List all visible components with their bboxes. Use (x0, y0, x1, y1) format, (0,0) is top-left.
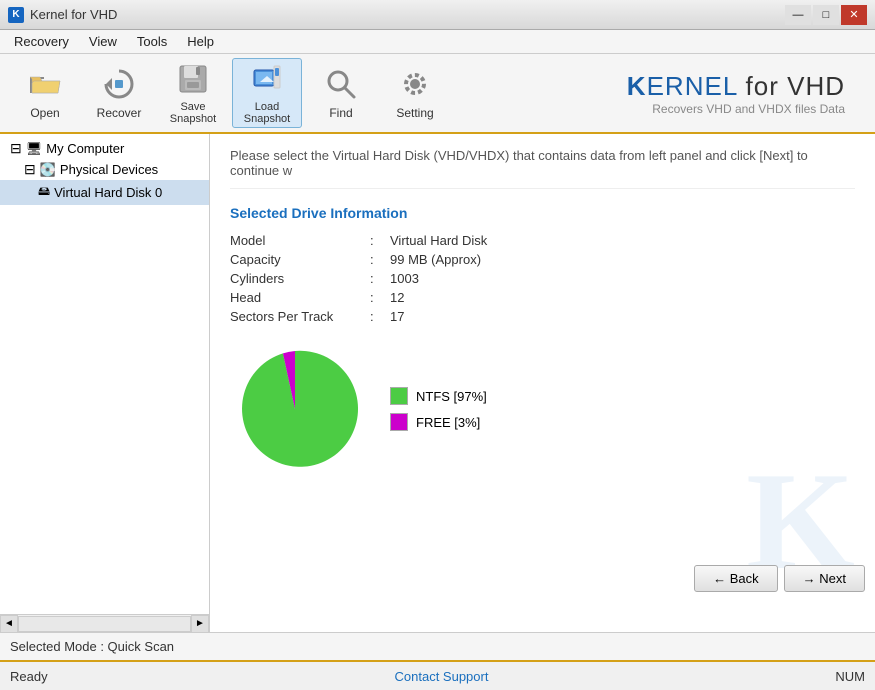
scroll-track[interactable] (18, 616, 191, 632)
load-snapshot-button[interactable]: Load Snapshot (232, 58, 302, 128)
status-ready: Ready (10, 669, 48, 684)
scroll-left-arrow[interactable]: ◄ (0, 615, 18, 633)
section-title: Selected Drive Information (230, 205, 855, 221)
legend-free: FREE [3%] (390, 413, 487, 431)
devices-icon: 💽 (40, 162, 56, 178)
legend-ntfs: NTFS [97%] (390, 387, 487, 405)
load-snapshot-icon (249, 61, 285, 97)
tree-item-physical-devices[interactable]: ⊟ 💽 Physical Devices (0, 159, 209, 180)
back-button[interactable]: ← Back (694, 565, 778, 592)
contact-support-link[interactable]: Contact Support (395, 669, 489, 684)
vhd-icon: 🖴 (38, 182, 50, 203)
menu-item-tools[interactable]: Tools (127, 32, 177, 51)
maximize-button[interactable]: □ (813, 5, 839, 25)
selected-mode-bar: Selected Mode : Quick Scan (0, 632, 875, 660)
app-icon: K (8, 7, 24, 23)
window-controls: — □ ✕ (785, 5, 867, 25)
find-icon (323, 66, 359, 102)
next-button[interactable]: → Next (784, 565, 865, 592)
recover-button[interactable]: Recover (84, 58, 154, 128)
tree-item-vhd0[interactable]: 🖴 Virtual Hard Disk 0 (0, 180, 209, 205)
nav-buttons: ← Back → Next (694, 565, 865, 592)
right-content: Please select the Virtual Hard Disk (VHD… (210, 134, 875, 632)
logo-tagline: Recovers VHD and VHDX files Data (627, 102, 845, 116)
drive-info-row-cylinders: Cylinders : 1003 (230, 271, 855, 286)
legend-free-color (390, 413, 408, 431)
status-bar: Ready Contact Support NUM (0, 660, 875, 690)
menu-item-view[interactable]: View (79, 32, 127, 51)
logo-area: KERNEL for VHD Recovers VHD and VHDX fil… (627, 71, 865, 116)
selected-mode-text: Selected Mode : Quick Scan (10, 639, 174, 654)
window-title: Kernel for VHD (30, 7, 117, 22)
minimize-button[interactable]: — (785, 5, 811, 25)
left-scrollbar[interactable]: ◄ ► (0, 614, 209, 632)
drive-info-row-capacity: Capacity : 99 MB (Approx) (230, 252, 855, 267)
computer-icon: 🖥 (26, 141, 43, 157)
save-snapshot-button[interactable]: Save Snapshot (158, 58, 228, 128)
instruction-text: Please select the Virtual Hard Disk (VHD… (230, 148, 855, 189)
legend-ntfs-color (390, 387, 408, 405)
expand-icon-pd: ⊟ (24, 161, 36, 178)
save-snapshot-icon (175, 61, 211, 97)
pie-chart (230, 344, 360, 474)
chart-legend: NTFS [97%] FREE [3%] (390, 387, 487, 431)
chart-area: NTFS [97%] FREE [3%] (230, 344, 855, 474)
scroll-right-arrow[interactable]: ► (191, 615, 209, 633)
drive-info-row-model: Model : Virtual Hard Disk (230, 233, 855, 248)
menu-item-help[interactable]: Help (177, 32, 224, 51)
drive-info-row-head: Head : 12 (230, 290, 855, 305)
open-button[interactable]: Open (10, 58, 80, 128)
drive-info-table: Model : Virtual Hard Disk Capacity : 99 … (230, 233, 855, 324)
menu-bar: Recovery View Tools Help (0, 30, 875, 54)
tree-item-my-computer[interactable]: ⊟ 🖥 My Computer (0, 138, 209, 159)
setting-icon (397, 66, 433, 102)
drive-info-row-sectors: Sectors Per Track : 17 (230, 309, 855, 324)
toolbar: Open Recover Save Snapshot (0, 54, 875, 134)
title-bar: K Kernel for VHD — □ ✕ (0, 0, 875, 30)
logo-brand: KERNEL for VHD (627, 71, 845, 102)
setting-button[interactable]: Setting (380, 58, 450, 128)
status-num: NUM (835, 669, 865, 684)
open-icon (27, 66, 63, 102)
find-button[interactable]: Find (306, 58, 376, 128)
close-button[interactable]: ✕ (841, 5, 867, 25)
menu-item-recovery[interactable]: Recovery (4, 32, 79, 51)
left-panel: ⊟ 🖥 My Computer ⊟ 💽 Physical Devices 🖴 V… (0, 134, 210, 632)
expand-icon: ⊟ (10, 140, 22, 157)
tree-area[interactable]: ⊟ 🖥 My Computer ⊟ 💽 Physical Devices 🖴 V… (0, 134, 209, 614)
recover-icon (101, 66, 137, 102)
main-area: ⊟ 🖥 My Computer ⊟ 💽 Physical Devices 🖴 V… (0, 134, 875, 632)
